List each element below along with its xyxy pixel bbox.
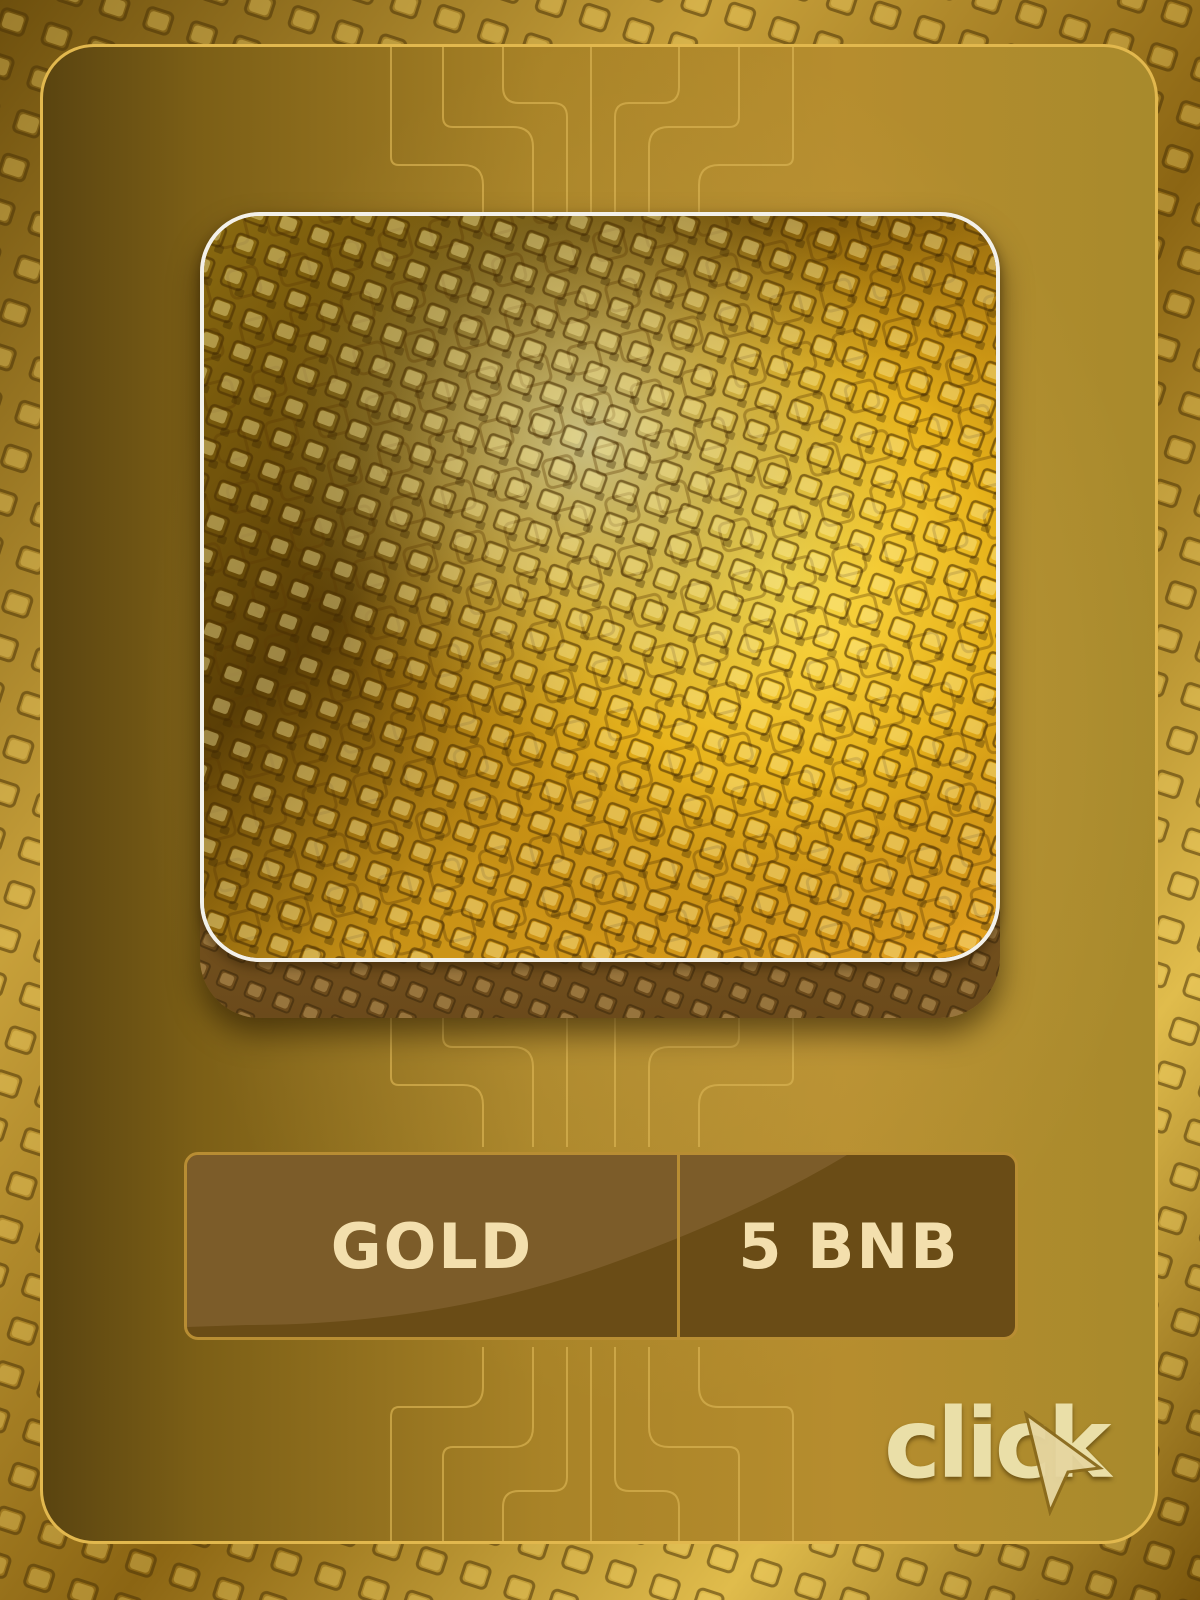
card-price: 5 BNB <box>738 1209 960 1283</box>
name-price-badge: GOLD 5 BNB <box>184 1152 1018 1340</box>
nft-card-stage: GOLD 5 BNB click <box>0 0 1200 1600</box>
cursor-arrow-icon <box>1023 1410 1104 1516</box>
gold-texture-image <box>200 212 1000 962</box>
card-name: GOLD <box>330 1209 534 1283</box>
gold-texture-tile <box>200 212 1000 1018</box>
click-logo: click <box>884 1388 1124 1518</box>
